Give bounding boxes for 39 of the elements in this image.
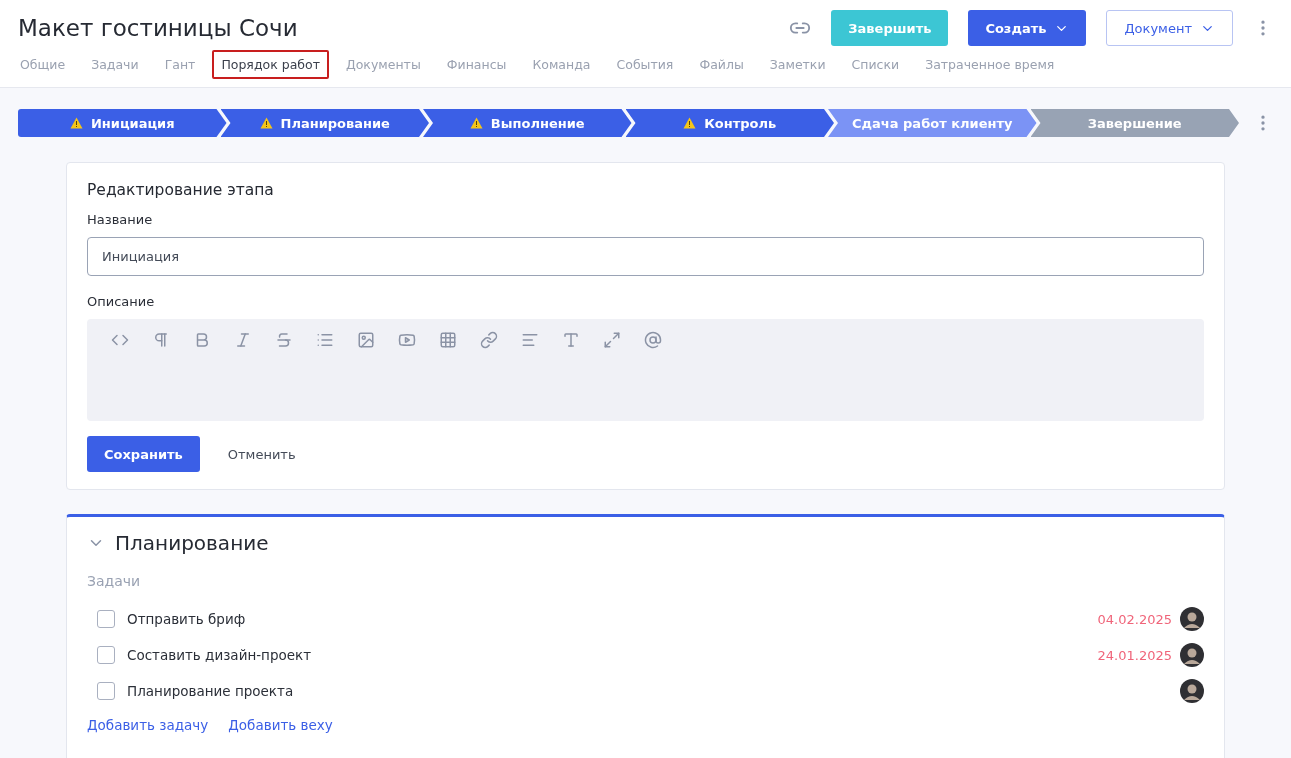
- task-title[interactable]: Планирование проекта: [127, 683, 1180, 699]
- avatar-icon: [1180, 643, 1204, 667]
- project-title: Макет гостиницы Сочи: [18, 15, 299, 41]
- document-button[interactable]: Документ: [1106, 10, 1233, 46]
- save-button[interactable]: Сохранить: [87, 436, 200, 472]
- tab[interactable]: Файлы: [690, 50, 753, 79]
- tab[interactable]: События: [607, 50, 683, 79]
- tab[interactable]: Задачи: [82, 50, 148, 79]
- due-date: 04.02.2025: [1097, 611, 1172, 627]
- avatar-icon: [1180, 607, 1204, 631]
- section-title: Планирование: [115, 531, 269, 555]
- tab[interactable]: Команда: [523, 50, 600, 79]
- card-heading: Редактирование этапа: [87, 181, 275, 199]
- tab[interactable]: Порядок работ: [212, 50, 329, 79]
- task-checkbox[interactable]: [97, 682, 115, 700]
- tab[interactable]: Финансы: [437, 50, 516, 79]
- create-button[interactable]: Создать: [968, 10, 1087, 46]
- task-title[interactable]: Составить дизайн-проект: [127, 647, 1098, 663]
- name-field[interactable]: Инициация: [87, 237, 1204, 276]
- avatar-icon: [1180, 679, 1204, 703]
- stage-step[interactable]: Планирование: [220, 109, 429, 137]
- task-checkbox[interactable]: [97, 646, 115, 664]
- add-link[interactable]: Добавить задачу: [87, 717, 209, 733]
- add-link[interactable]: Добавить веху: [228, 717, 333, 733]
- tab[interactable]: Заметки: [760, 50, 835, 79]
- task-checkbox[interactable]: [97, 610, 115, 628]
- field-label: Описание: [87, 294, 156, 309]
- stage-step[interactable]: Контроль: [625, 109, 834, 137]
- cancel-button[interactable]: Отменить: [227, 446, 296, 462]
- stage-step[interactable]: Сдача работ клиенту: [828, 109, 1037, 137]
- tab[interactable]: Затраченное время: [916, 50, 1064, 79]
- tab[interactable]: Списки: [842, 50, 909, 79]
- field-label: Название: [87, 212, 154, 227]
- tab[interactable]: Общие: [18, 50, 75, 79]
- stage-step[interactable]: Инициация: [18, 109, 227, 137]
- due-date: 24.01.2025: [1097, 647, 1172, 663]
- task-title[interactable]: Отправить бриф: [127, 611, 1098, 627]
- stage-step[interactable]: Выполнение: [423, 109, 632, 137]
- tasks-label: Задачи: [87, 573, 142, 589]
